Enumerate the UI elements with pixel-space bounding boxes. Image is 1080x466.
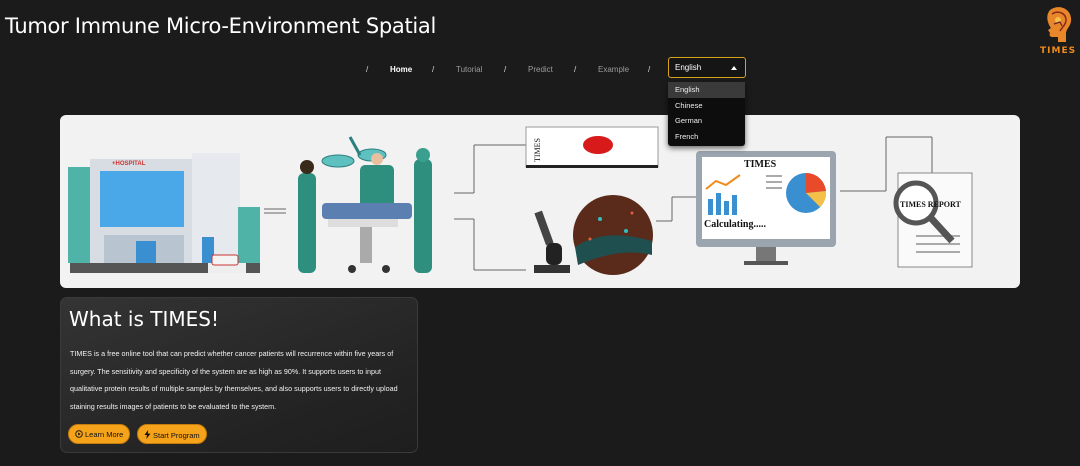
app-title: Tumor Immune Micro-Environment Spatial (5, 14, 437, 38)
nav-separator: / (504, 65, 507, 74)
intro-title: What is TIMES! (69, 307, 219, 331)
nav-home[interactable]: Home (390, 65, 412, 74)
language-select[interactable]: English (668, 57, 746, 78)
learn-more-label: Learn More (85, 430, 124, 439)
nav-separator: / (366, 65, 369, 74)
report-illustration: TIMES REPORT (893, 172, 973, 268)
microscope-icon (534, 210, 570, 273)
tissue-image (573, 195, 653, 275)
nav-tutorial[interactable]: Tutorial (456, 65, 482, 74)
start-program-button[interactable]: Start Program (137, 424, 207, 444)
surgery-illustration (298, 136, 432, 273)
monitor-title: TIMES (744, 159, 777, 170)
language-option-english[interactable]: English (668, 82, 745, 98)
slide-label: TIMES (533, 138, 542, 162)
language-dropdown-menu: English Chinese German French (668, 82, 745, 146)
nav-separator: / (648, 65, 651, 74)
language-option-chinese[interactable]: Chinese (668, 98, 745, 114)
monitor-illustration: TIMES Calculating..... (696, 151, 836, 265)
language-selected-value: English (675, 63, 702, 72)
language-option-german[interactable]: German (668, 113, 745, 129)
logo-text: TIMES (1040, 46, 1077, 56)
learn-more-button[interactable]: Learn More (68, 424, 131, 444)
intro-description: TIMES is a free online tool that can pre… (70, 349, 398, 411)
caret-up-icon (731, 66, 737, 70)
breadcrumb-nav: / Home / Tutorial / Predict / Example / (0, 63, 1080, 79)
workflow-banner: +HOSPITAL TIMES TIMES Calculating..... T… (60, 115, 1020, 288)
lightning-icon (144, 430, 151, 440)
start-program-label: Start Program (153, 431, 200, 440)
slide-illustration: TIMES (525, 126, 659, 168)
nav-separator: / (574, 65, 577, 74)
nav-example[interactable]: Example (598, 65, 629, 74)
monitor-status: Calculating..... (704, 219, 766, 230)
nav-predict[interactable]: Predict (528, 65, 553, 74)
play-circle-icon (75, 430, 83, 439)
nav-separator: / (432, 65, 435, 74)
hospital-sign: +HOSPITAL (112, 161, 146, 167)
language-option-french[interactable]: French (668, 129, 745, 145)
hospital-illustration: +HOSPITAL (68, 153, 260, 273)
report-label: TIMES REPORT (900, 200, 962, 209)
intro-card: What is TIMES! TIMES is a free online to… (60, 297, 418, 453)
